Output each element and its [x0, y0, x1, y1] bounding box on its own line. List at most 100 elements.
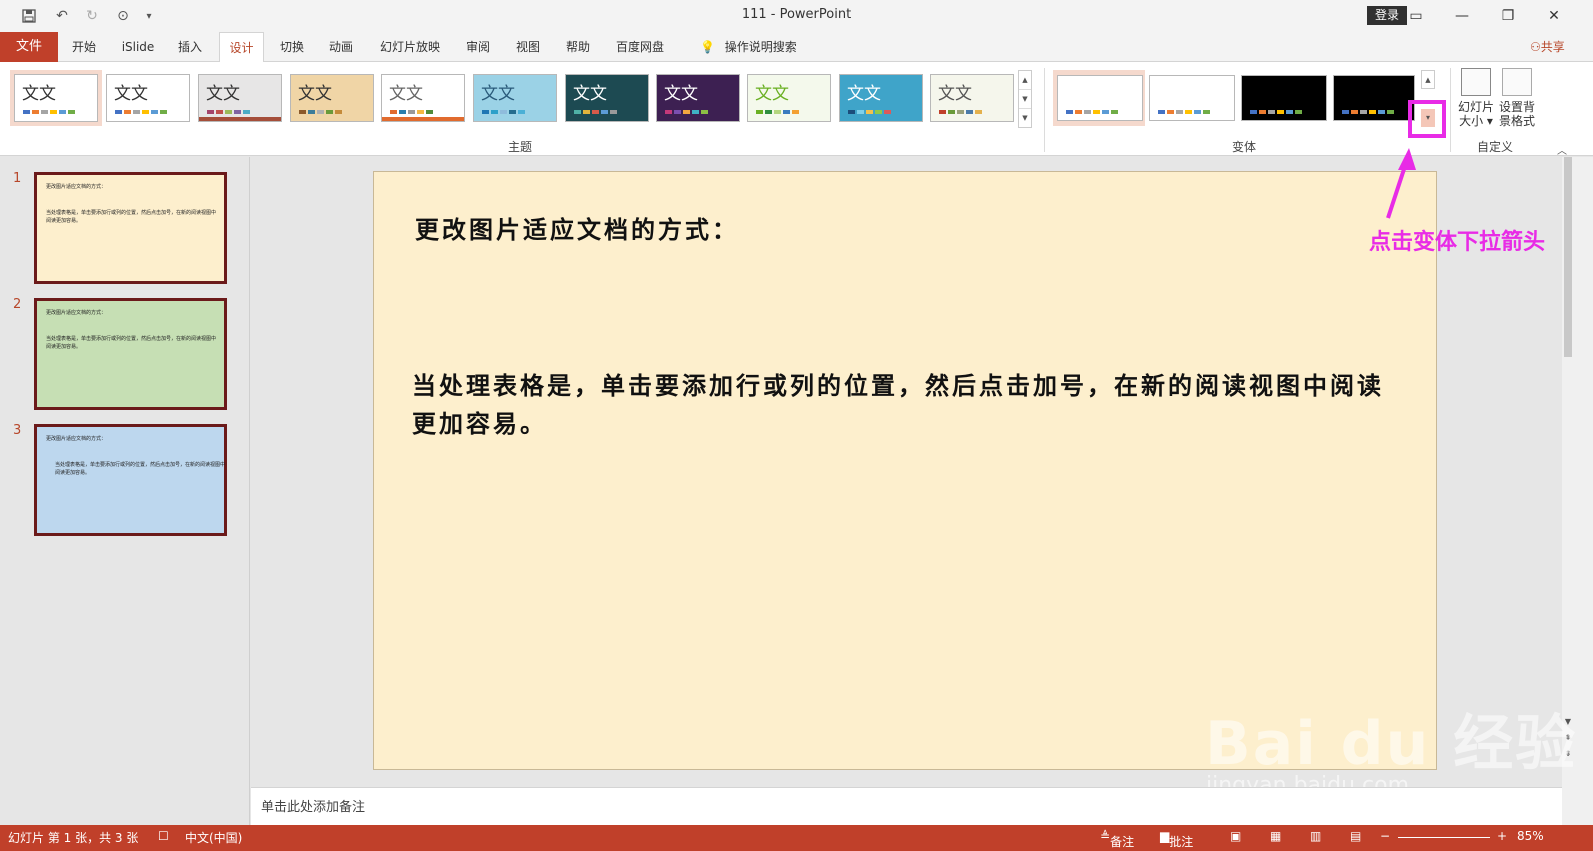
notes-label: 备注 [1110, 835, 1135, 849]
spellcheck-icon[interactable]: ☐ [158, 829, 169, 843]
tell-me-search[interactable]: 💡 操作说明搜索 [700, 32, 797, 62]
zoom-slider[interactable] [1398, 837, 1490, 838]
slide-body-text[interactable]: 当处理表格是，单击要添加行或列的位置，然后点击加号，在新的阅读视图中阅读更加容易… [412, 367, 1402, 443]
theme-preview-text: 文文 [389, 84, 423, 104]
theme-green[interactable]: 文文 [747, 74, 831, 122]
slide-count: 幻灯片 第 1 张，共 3 张 [8, 831, 139, 845]
scroll-down-icon[interactable]: ▼ [1019, 90, 1031, 109]
tab-review[interactable]: 审阅 [460, 32, 496, 62]
tab-transitions[interactable]: 切换 [274, 32, 310, 62]
tab-design[interactable]: 设计 [219, 32, 264, 63]
slide-thumbnail-1[interactable]: 更改图片适应文档的方式： 当处理表格是，单击要添加行或列的位置，然后点击加号，在… [34, 172, 227, 284]
slide-thumbnail-panel: 1 更改图片适应文档的方式： 当处理表格是，单击要添加行或列的位置，然后点击加号… [0, 157, 250, 839]
normal-view-icon[interactable]: ▣ [1230, 829, 1241, 843]
theme-preview-text: 文文 [298, 84, 332, 104]
variants-scroll-up-icon[interactable]: ▲ [1421, 70, 1435, 89]
annotation-highlight-box [1408, 100, 1446, 138]
slide-size-button[interactable]: 幻灯片大小 ▾ [1455, 68, 1497, 128]
group-separator [1450, 68, 1451, 152]
theme-pattern-blue[interactable]: 文文 [473, 74, 557, 122]
collapse-ribbon-icon[interactable]: ︿ [1557, 142, 1567, 157]
comments-toggle[interactable]: ▆ 批注 [1160, 829, 1193, 849]
notes-placeholder: 单击此处添加备注 [261, 800, 366, 815]
baidu-watermark: Bai du 经验 [1205, 709, 1578, 779]
slide-number: 1 [13, 171, 22, 186]
tab-islide[interactable]: iSlide [116, 32, 160, 62]
slide-title[interactable]: 更改图片适应文档的方式： [415, 210, 739, 245]
theme-preview-text: 文文 [22, 84, 56, 104]
theme-preview-text: 文文 [938, 84, 972, 104]
design-ribbon: 文文 文文 文文 文文 文文 文文 文文 文文 文文 文文 文文 ▲ ▼ ▼ 主… [0, 62, 1593, 157]
zoom-level[interactable]: 85% [1517, 829, 1544, 843]
theme-preview-text: 文文 [114, 84, 148, 104]
tab-file[interactable]: 文件 [0, 32, 58, 62]
tab-animations[interactable]: 动画 [323, 32, 359, 62]
format-background-label: 设置背景格式 [1498, 100, 1535, 128]
theme-retrospect[interactable]: 文文 [930, 74, 1014, 122]
theme-ion-blue[interactable]: 文文 [839, 74, 923, 122]
slide-number: 3 [13, 423, 22, 438]
theme-dark-teal[interactable]: 文文 [565, 74, 649, 122]
variant-2[interactable] [1149, 75, 1235, 121]
theme-dark-purple[interactable]: 文文 [656, 74, 740, 122]
theme-orange[interactable]: 文文 [381, 74, 465, 122]
thumb-title: 更改图片适应文档的方式： [46, 436, 107, 442]
tab-home[interactable]: 开始 [64, 32, 104, 62]
variant-3[interactable] [1241, 75, 1327, 121]
tab-help[interactable]: 帮助 [560, 32, 596, 62]
slide-sorter-icon[interactable]: ▦ [1270, 829, 1281, 843]
thumb-title: 更改图片适应文档的方式： [46, 184, 107, 190]
slide-size-icon [1461, 68, 1491, 96]
group-separator [1044, 68, 1045, 152]
variant-4[interactable] [1333, 75, 1415, 121]
thumb-body: 当处理表格是，单击要添加行或列的位置，然后点击加号，在新的阅读视图中阅读更加容易… [55, 462, 226, 476]
annotation-text: 点击变体下拉箭头 [1369, 230, 1546, 255]
title-bar: ↶ ↻ ⊙ ▾ 111 - PowerPoint 登录 ▭ — ❐ ✕ [0, 0, 1593, 32]
tell-me-label: 操作说明搜索 [724, 40, 797, 54]
theme-tan[interactable]: 文文 [290, 74, 374, 122]
theme-preview-text: 文文 [206, 84, 240, 104]
format-background-icon [1502, 68, 1532, 96]
slide-number: 2 [13, 297, 22, 312]
tab-baidu-netdisk[interactable]: 百度网盘 [612, 32, 668, 62]
status-bar: 幻灯片 第 1 张，共 3 张 ☐ 中文(中国) ≜ 备注 ▆ 批注 ▣ ▦ ▥… [0, 825, 1593, 851]
thumb-body: 当处理表格是，单击要添加行或列的位置，然后点击加号，在新的阅读视图中阅读更加容易… [46, 336, 217, 350]
close-icon[interactable]: ✕ [1531, 4, 1577, 28]
gallery-more-icon[interactable]: ▼ [1019, 109, 1031, 128]
ribbon-tabs: 文件 开始 iSlide 插入 设计 切换 动画 幻灯片放映 审阅 视图 帮助 … [0, 32, 1593, 63]
window-title: 111 - PowerPoint [741, 7, 852, 22]
share-button[interactable]: ⚇共享 [1530, 32, 1565, 62]
themes-gallery-scroll[interactable]: ▲ ▼ ▼ [1018, 70, 1032, 128]
tab-view[interactable]: 视图 [510, 32, 546, 62]
zoom-out-icon[interactable]: − [1380, 829, 1390, 843]
scrollbar-thumb[interactable] [1564, 157, 1572, 357]
notes-pane[interactable]: 单击此处添加备注 [251, 787, 1562, 825]
theme-gray[interactable]: 文文 [198, 74, 282, 122]
slide-thumbnail-3[interactable]: 更改图片适应文档的方式： 当处理表格是，单击要添加行或列的位置，然后点击加号，在… [34, 424, 227, 536]
language-indicator[interactable]: 中文(中国) [185, 829, 242, 846]
current-slide[interactable]: 更改图片适应文档的方式： 当处理表格是，单击要添加行或列的位置，然后点击加号，在… [373, 171, 1437, 770]
restore-icon[interactable]: ❐ [1485, 4, 1531, 28]
thumb-body: 当处理表格是，单击要添加行或列的位置，然后点击加号，在新的阅读视图中阅读更加容易… [46, 210, 217, 224]
scroll-up-icon[interactable]: ▲ [1019, 71, 1031, 90]
ribbon-display-icon[interactable]: ▭ [1393, 4, 1439, 28]
tab-insert[interactable]: 插入 [172, 32, 208, 62]
minimize-icon[interactable]: — [1439, 4, 1485, 28]
reading-view-icon[interactable]: ▥ [1310, 829, 1321, 843]
theme-preview-text: 文文 [847, 84, 881, 104]
theme-preview-text: 文文 [755, 84, 789, 104]
share-label: 共享 [1540, 40, 1565, 54]
thumb-title: 更改图片适应文档的方式： [46, 310, 107, 316]
theme-office[interactable]: 文文 [14, 74, 98, 122]
theme-office-2[interactable]: 文文 [106, 74, 190, 122]
theme-preview-text: 文文 [573, 84, 607, 104]
tab-slideshow[interactable]: 幻灯片放映 [378, 32, 442, 62]
notes-toggle[interactable]: ≜ 备注 [1100, 829, 1134, 849]
slide-thumbnail-2[interactable]: 更改图片适应文档的方式： 当处理表格是，单击要添加行或列的位置，然后点击加号，在… [34, 298, 227, 410]
zoom-in-icon[interactable]: + [1497, 829, 1507, 843]
customize-group-label: 自定义 [1477, 140, 1514, 154]
slideshow-icon[interactable]: ▤ [1350, 829, 1361, 843]
format-background-button[interactable]: 设置背景格式 [1496, 68, 1538, 128]
person-icon: ⚇ [1530, 40, 1541, 54]
variant-1[interactable] [1057, 75, 1143, 121]
